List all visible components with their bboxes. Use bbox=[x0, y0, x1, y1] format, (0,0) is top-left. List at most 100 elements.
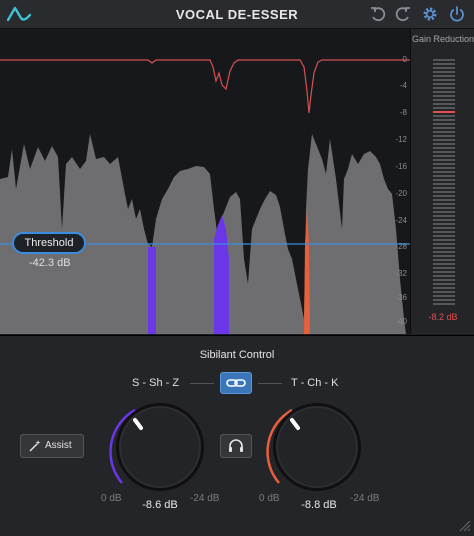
meter-segment bbox=[433, 151, 455, 153]
meter-segment bbox=[433, 183, 455, 185]
meter-segment bbox=[433, 163, 455, 165]
gain-reduction-title: Gain Reduction bbox=[411, 34, 474, 44]
db-tick: -40 bbox=[395, 317, 407, 326]
threshold-handle[interactable]: Threshold bbox=[12, 232, 86, 254]
meter-segment bbox=[433, 63, 455, 65]
meter-segment bbox=[433, 251, 455, 253]
meter-segment bbox=[433, 71, 455, 73]
meter-segment bbox=[433, 227, 455, 229]
db-tick: 0 bbox=[402, 55, 407, 64]
meter-segment bbox=[433, 215, 455, 217]
meter-segment bbox=[433, 127, 455, 129]
title-bar: VOCAL DE-ESSER bbox=[0, 0, 474, 29]
meter-segment bbox=[433, 119, 455, 121]
meter-segment bbox=[433, 167, 455, 169]
meter-segment bbox=[433, 203, 455, 205]
meter-segment bbox=[433, 259, 455, 261]
meter-segment bbox=[433, 91, 455, 93]
db-tick: -20 bbox=[395, 189, 407, 198]
meter-segment bbox=[433, 75, 455, 77]
meter-segment bbox=[433, 219, 455, 221]
meter-segment bbox=[433, 179, 455, 181]
meter-segment bbox=[433, 95, 455, 97]
meter-segment bbox=[433, 135, 455, 137]
settings-icon[interactable] bbox=[421, 5, 439, 23]
meter-segment bbox=[433, 59, 455, 61]
meter-segment bbox=[433, 239, 455, 241]
meter-segment bbox=[433, 231, 455, 233]
link-button[interactable] bbox=[220, 372, 252, 394]
db-tick: -24 bbox=[395, 216, 407, 225]
meter-segment bbox=[433, 255, 455, 257]
power-icon[interactable] bbox=[448, 5, 466, 23]
undo-icon[interactable] bbox=[369, 5, 387, 23]
gain-reduction-trace bbox=[0, 59, 410, 114]
meter-segment bbox=[433, 247, 455, 249]
meter-segment bbox=[433, 79, 455, 81]
meter-segment bbox=[433, 103, 455, 105]
gain-reduction-value: -8.2 dB bbox=[428, 312, 458, 322]
db-scale: 0 -4 -8 -12 -16 -20 -24 -28 -32 -36 -40 bbox=[380, 29, 410, 334]
divider bbox=[190, 383, 214, 384]
meter-segment bbox=[433, 67, 455, 69]
meter-segment bbox=[433, 111, 455, 113]
meter-segment bbox=[433, 107, 455, 109]
meter-segment bbox=[433, 263, 455, 265]
meter-segment bbox=[433, 139, 455, 141]
db-tick: -32 bbox=[395, 269, 407, 278]
divider bbox=[258, 383, 282, 384]
t-knob-min-label: 0 dB bbox=[259, 493, 280, 504]
meter-segment bbox=[433, 199, 455, 201]
gain-reduction-panel: Gain Reduction -8.2 dB bbox=[410, 29, 474, 334]
meter-segment bbox=[433, 159, 455, 161]
meter-segment bbox=[433, 303, 455, 305]
band-label-t: T - Ch - K bbox=[291, 377, 339, 389]
sibilance-band-s bbox=[148, 247, 156, 334]
gain-reduction-meter bbox=[433, 59, 455, 305]
meter-segment bbox=[433, 187, 455, 189]
meter-segment bbox=[433, 83, 455, 85]
link-icon bbox=[226, 379, 246, 387]
db-tick: -12 bbox=[395, 135, 407, 144]
meter-segment bbox=[433, 207, 455, 209]
meter-segment bbox=[433, 191, 455, 193]
db-tick: -28 bbox=[395, 242, 407, 251]
meter-segment bbox=[433, 155, 455, 157]
band-label-s: S - Sh - Z bbox=[132, 377, 180, 389]
meter-segment bbox=[433, 99, 455, 101]
spectrum-analyzer[interactable] bbox=[0, 29, 410, 334]
db-tick: -8 bbox=[399, 108, 407, 117]
meter-segment bbox=[433, 271, 455, 273]
meter-segment bbox=[433, 299, 455, 301]
db-tick: -4 bbox=[399, 81, 407, 90]
s-band-knob[interactable] bbox=[105, 392, 215, 502]
meter-segment bbox=[433, 287, 455, 289]
meter-segment bbox=[433, 243, 455, 245]
meter-segment bbox=[433, 171, 455, 173]
spectrum-display bbox=[0, 59, 410, 334]
assist-button[interactable]: Assist bbox=[20, 434, 84, 458]
meter-segment bbox=[433, 235, 455, 237]
meter-segment bbox=[433, 295, 455, 297]
s-knob-min-label: 0 dB bbox=[101, 493, 122, 504]
meter-segment bbox=[433, 291, 455, 293]
meter-segment bbox=[433, 123, 455, 125]
assist-label: Assist bbox=[45, 440, 72, 451]
meter-segment bbox=[433, 279, 455, 281]
headphones-icon bbox=[229, 439, 243, 452]
t-knob-value: -8.8 dB bbox=[301, 499, 337, 511]
meter-segment bbox=[433, 115, 455, 117]
t-band-knob[interactable] bbox=[262, 392, 372, 502]
resize-handle-icon[interactable] bbox=[457, 518, 471, 532]
listen-button[interactable] bbox=[220, 434, 252, 458]
threshold-value: -42.3 dB bbox=[29, 257, 71, 269]
meter-segment bbox=[433, 147, 455, 149]
meter-segment bbox=[433, 283, 455, 285]
section-title: Sibilant Control bbox=[199, 349, 275, 361]
magic-wand-icon bbox=[29, 440, 41, 452]
meter-segment bbox=[433, 211, 455, 213]
s-knob-value: -8.6 dB bbox=[142, 499, 178, 511]
redo-icon[interactable] bbox=[394, 5, 412, 23]
meter-segment bbox=[433, 275, 455, 277]
meter-segment bbox=[433, 267, 455, 269]
